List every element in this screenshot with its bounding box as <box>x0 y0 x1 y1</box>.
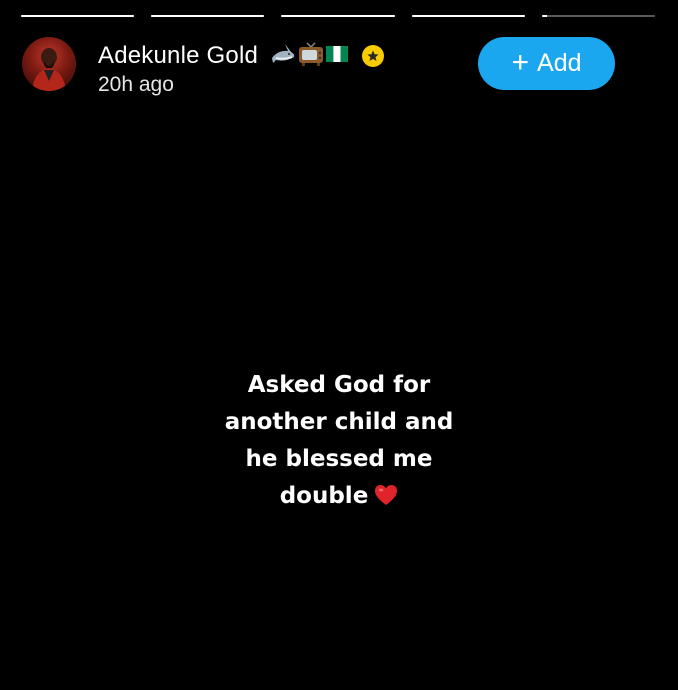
caption-line-last: double <box>189 478 489 518</box>
caption-line-text: double <box>279 483 369 509</box>
story-progress-bar <box>21 15 656 18</box>
shark-icon <box>270 42 296 70</box>
username[interactable]: Adekunle Gold <box>98 42 258 70</box>
progress-segment <box>411 15 525 17</box>
plus-icon: + <box>511 45 530 79</box>
nigeria-flag-icon <box>326 46 349 66</box>
post-time: 20h ago <box>98 73 174 96</box>
name-emojis <box>270 42 349 70</box>
caption-line: he blessed me <box>245 446 433 472</box>
caption-line: Asked God for <box>247 372 431 398</box>
television-icon <box>298 42 324 70</box>
progress-segment <box>541 15 656 17</box>
add-button-label: Add <box>537 49 582 77</box>
progress-segment <box>151 15 265 17</box>
story-caption: Asked God for another child and he bless… <box>189 367 489 518</box>
add-button[interactable]: + Add <box>478 37 615 90</box>
caption-line: another child and <box>224 409 454 435</box>
story-header: Adekunle Gold 20h ago <box>98 40 385 97</box>
star-badge-icon <box>362 45 385 67</box>
red-heart-icon <box>374 481 398 518</box>
avatar[interactable] <box>22 37 76 91</box>
progress-segment <box>281 15 395 17</box>
progress-segment <box>21 15 135 17</box>
